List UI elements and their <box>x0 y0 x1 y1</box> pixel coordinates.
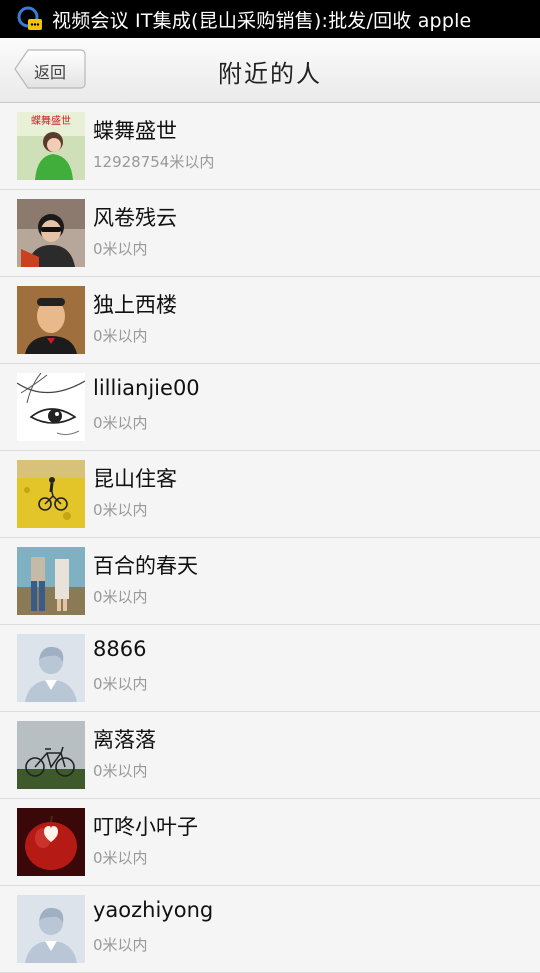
person-distance: 0米以内 <box>93 588 148 606</box>
person-name: 风卷残云 <box>93 206 177 230</box>
nearby-people-list: 蝶舞盛世 蝶舞盛世 12928754米以内 风卷残云 0米以内 独上西楼 0米以… <box>0 103 540 973</box>
person-name: 叮咚小叶子 <box>93 815 198 839</box>
person-name: 百合的春天 <box>93 554 198 578</box>
person-name: yaozhiyong <box>93 898 214 922</box>
person-distance: 0米以内 <box>93 936 148 954</box>
list-item[interactable]: 离落落 0米以内 <box>0 712 540 799</box>
avatar <box>17 895 85 963</box>
notification-text: 视频会议 IT集成(昆山采购销售):批发/回收 apple <box>52 9 472 32</box>
list-item[interactable]: lillianjie00 0米以内 <box>0 364 540 451</box>
avatar <box>17 634 85 702</box>
avatar <box>17 373 85 441</box>
title-bar: 返回 附近的人 <box>0 38 540 103</box>
avatar <box>17 460 85 528</box>
avatar <box>17 547 85 615</box>
list-item[interactable]: 8866 0米以内 <box>0 625 540 712</box>
person-distance: 0米以内 <box>93 414 148 432</box>
list-item[interactable]: 独上西楼 0米以内 <box>0 277 540 364</box>
default-avatar-icon <box>17 634 85 702</box>
avatar <box>17 286 85 354</box>
person-name: 8866 <box>93 637 147 661</box>
page-title: 附近的人 <box>218 60 322 88</box>
list-item[interactable]: 叮咚小叶子 0米以内 <box>0 799 540 886</box>
person-distance: 0米以内 <box>93 675 148 693</box>
avatar-caption: 蝶舞盛世 <box>31 114 71 127</box>
person-name: 独上西楼 <box>93 293 177 317</box>
list-item[interactable]: 风卷残云 0米以内 <box>0 190 540 277</box>
avatar <box>17 199 85 267</box>
person-distance: 0米以内 <box>93 327 148 345</box>
person-name: 蝶舞盛世 <box>93 119 177 143</box>
person-distance: 0米以内 <box>93 501 148 519</box>
list-item[interactable]: 蝶舞盛世 蝶舞盛世 12928754米以内 <box>0 103 540 190</box>
avatar <box>17 808 85 876</box>
person-name: 离落落 <box>93 728 156 752</box>
default-avatar-icon <box>17 895 85 963</box>
list-item[interactable]: 百合的春天 0米以内 <box>0 538 540 625</box>
person-distance: 12928754米以内 <box>93 153 215 171</box>
person-name: 昆山住客 <box>93 467 177 491</box>
person-distance: 0米以内 <box>93 762 148 780</box>
avatar: 蝶舞盛世 <box>17 112 85 180</box>
list-item[interactable]: 昆山住客 0米以内 <box>0 451 540 538</box>
person-distance: 0米以内 <box>93 849 148 867</box>
chat-app-icon <box>17 6 42 30</box>
person-name: lillianjie00 <box>93 376 200 400</box>
person-distance: 0米以内 <box>93 240 148 258</box>
status-bar: 视频会议 IT集成(昆山采购销售):批发/回收 apple <box>0 0 540 38</box>
avatar <box>17 721 85 789</box>
